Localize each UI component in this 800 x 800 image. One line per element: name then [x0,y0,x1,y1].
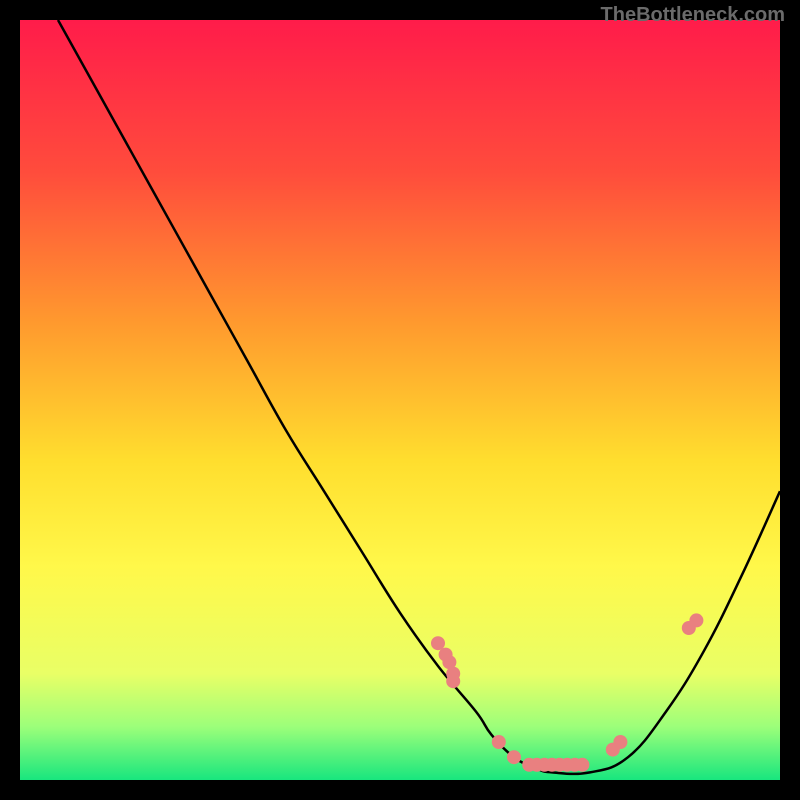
data-point-marker [492,735,506,749]
data-point-marker [689,613,703,627]
gradient-background [20,20,780,780]
data-point-marker [575,758,589,772]
data-point-marker [446,674,460,688]
data-point-marker [507,750,521,764]
plot-area [20,20,780,780]
watermark-label: TheBottleneck.com [601,4,785,27]
data-point-marker [431,636,445,650]
chart-container: TheBottleneck.com [0,0,800,800]
data-point-marker [613,735,627,749]
chart-svg [20,20,780,780]
